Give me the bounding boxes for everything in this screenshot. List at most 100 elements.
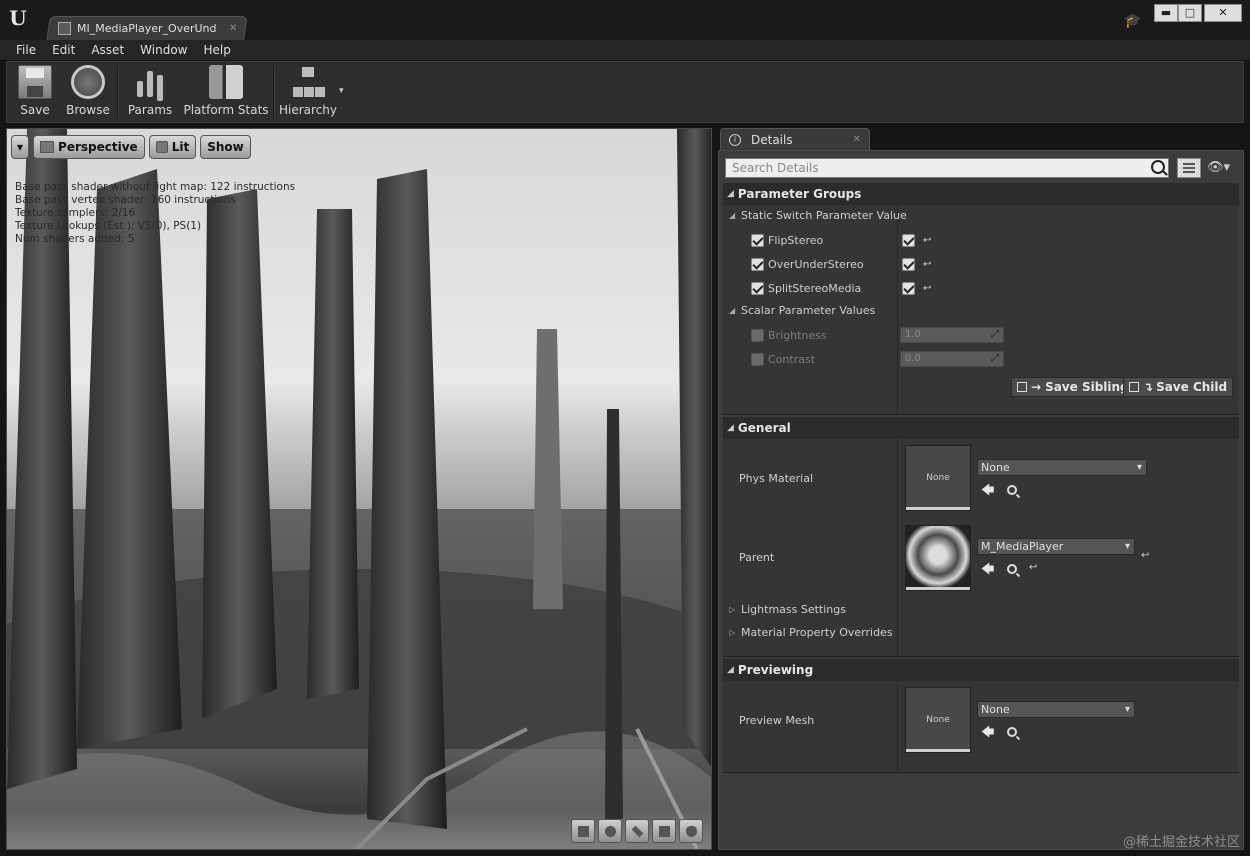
- show-label: Show: [207, 140, 244, 154]
- previewing-header[interactable]: ◢ Previewing: [723, 659, 1239, 681]
- save-icon: [18, 65, 52, 99]
- use-selected-arrow-icon[interactable]: 🡄: [981, 481, 994, 503]
- perspective-button[interactable]: Perspective: [33, 135, 145, 159]
- reset-icon[interactable]: ↩: [923, 259, 931, 270]
- expanded-arrow-icon: ◢: [727, 665, 734, 675]
- reset-icon[interactable]: ↩: [1141, 550, 1149, 561]
- use-selected-arrow-icon[interactable]: 🡄: [981, 560, 994, 582]
- browse-button[interactable]: Browse: [63, 64, 113, 120]
- search-icon[interactable]: [1151, 160, 1165, 174]
- menu-file[interactable]: File: [8, 40, 44, 60]
- stat-line: Base pass vertex shader: 160 instruction…: [15, 194, 236, 206]
- platform-stats-label: Platform Stats: [183, 103, 269, 117]
- close-icon[interactable]: ✕: [229, 23, 237, 34]
- platform-stats-button[interactable]: Platform Stats: [183, 64, 269, 120]
- platform-stats-icon: [209, 65, 243, 99]
- save-icon: [1017, 382, 1027, 392]
- info-icon: i: [729, 133, 741, 146]
- collapsed-arrow-icon: ▷: [729, 605, 736, 614]
- save-sibling-button[interactable]: → Save Sibling: [1011, 377, 1135, 397]
- arrow-right-icon: →: [1031, 380, 1042, 394]
- asset-editor-tab[interactable]: MI_MediaPlayer_OverUnd ✕: [58, 18, 240, 38]
- general-body: Phys Material None None 🡄 Parent M_Media…: [723, 439, 1239, 657]
- hierarchy-button[interactable]: Hierarchy: [279, 64, 337, 120]
- general-header[interactable]: ◢ General: [723, 417, 1239, 439]
- expanded-arrow-icon: ◢: [727, 189, 734, 199]
- expanded-arrow-icon: ◢: [727, 423, 734, 433]
- search-details-input[interactable]: [725, 158, 1169, 178]
- maximize-button[interactable]: □: [1178, 4, 1202, 22]
- arrow-down-icon: ↴: [1143, 380, 1154, 394]
- column-divider: [897, 681, 898, 772]
- browse-asset-icon[interactable]: [1007, 727, 1017, 737]
- mortarboard-icon[interactable]: 🎓: [1124, 12, 1142, 30]
- params-button[interactable]: Params: [125, 64, 175, 120]
- property-matrix-icon[interactable]: [1177, 158, 1201, 178]
- viewport-toolbar: ▾ Perspective Lit Show: [11, 135, 251, 159]
- browse-asset-icon[interactable]: [1007, 564, 1017, 574]
- reset-icon[interactable]: ↩: [923, 283, 931, 294]
- lit-button[interactable]: Lit: [148, 135, 197, 159]
- property-name: SplitStereoMedia: [768, 281, 862, 295]
- save-child-button[interactable]: ↴ Save Child: [1123, 377, 1234, 397]
- menu-asset[interactable]: Asset: [83, 40, 132, 60]
- splitstereomedia-row: SplitStereoMedia ↩: [751, 279, 1221, 297]
- cube-icon[interactable]: [652, 819, 676, 843]
- params-label: Params: [127, 103, 173, 117]
- stat-line: Base pass shader without light map: 122 …: [15, 181, 296, 193]
- viewport-options-dropdown[interactable]: ▾: [11, 135, 30, 159]
- parent-label: Parent: [739, 551, 775, 564]
- material-property-overrides-group[interactable]: ▷ Material Property Overrides: [729, 626, 893, 639]
- unreal-logo-icon[interactable]: U: [6, 6, 30, 30]
- save-button[interactable]: Save: [11, 64, 59, 120]
- overunderstereo-override-checkbox[interactable]: [751, 257, 764, 271]
- close-icon[interactable]: ✕: [853, 134, 861, 145]
- menu-edit[interactable]: Edit: [44, 40, 83, 60]
- reset-icon[interactable]: ↩: [1029, 562, 1037, 573]
- close-window-button[interactable]: ✕: [1204, 4, 1242, 22]
- phys-material-thumbnail[interactable]: None: [905, 445, 971, 511]
- save-icon: [1129, 382, 1139, 392]
- phys-material-combo[interactable]: None: [977, 459, 1147, 476]
- minimize-button[interactable]: ▬: [1154, 4, 1178, 22]
- group-label: Scalar Parameter Values: [741, 304, 876, 317]
- sphere-icon[interactable]: [598, 819, 622, 843]
- teapot-icon[interactable]: [679, 819, 703, 843]
- contrast-override-checkbox[interactable]: [751, 352, 764, 366]
- use-selected-arrow-icon[interactable]: 🡄: [981, 723, 994, 745]
- flipstereo-value-checkbox[interactable]: [902, 233, 915, 247]
- reset-icon[interactable]: ↩: [923, 235, 931, 246]
- hierarchy-dropdown-icon[interactable]: ▾: [339, 86, 344, 96]
- lightmass-settings-group[interactable]: ▷ Lightmass Settings: [729, 603, 846, 616]
- details-tab[interactable]: i Details ✕: [720, 128, 870, 150]
- scalar-parameters-group[interactable]: ◢ Scalar Parameter Values: [729, 304, 875, 317]
- overunderstereo-row: OverUnderStereo ↩: [751, 255, 1221, 273]
- parameter-groups-header[interactable]: ◢ Parameter Groups: [723, 183, 1239, 205]
- expanded-arrow-icon: ◢: [729, 306, 736, 315]
- flipstereo-override-checkbox[interactable]: [751, 233, 764, 247]
- parent-material-thumbnail[interactable]: [905, 525, 971, 591]
- preview-mesh-combo[interactable]: None: [977, 701, 1135, 718]
- parent-combo[interactable]: M_MediaPlayer: [977, 538, 1135, 555]
- cylinder-icon[interactable]: [571, 819, 595, 843]
- preview-shape-buttons: [571, 819, 703, 843]
- browse-asset-icon[interactable]: [1007, 485, 1017, 495]
- preview-viewport[interactable]: ▾ Perspective Lit Show Base pass shader …: [6, 128, 712, 850]
- browse-label: Browse: [66, 103, 110, 117]
- shader-stats: Base pass shader without light map: 122 …: [15, 181, 295, 246]
- brightness-override-checkbox[interactable]: [751, 328, 764, 342]
- splitstereomedia-value-checkbox[interactable]: [902, 281, 915, 295]
- plane-icon[interactable]: [625, 819, 649, 843]
- eye-icon[interactable]: 👁▾: [1207, 158, 1237, 178]
- contrast-value-field[interactable]: 0.0: [900, 351, 1004, 367]
- brightness-value-field[interactable]: 1.0: [900, 327, 1004, 343]
- splitstereomedia-override-checkbox[interactable]: [751, 281, 764, 295]
- static-switch-group[interactable]: ◢ Static Switch Parameter Value: [729, 209, 907, 222]
- show-button[interactable]: Show: [200, 135, 251, 159]
- property-name: FlipStereo: [768, 233, 824, 247]
- menu-help[interactable]: Help: [195, 40, 238, 60]
- overunderstereo-value-checkbox[interactable]: [902, 257, 915, 271]
- menu-window[interactable]: Window: [132, 40, 195, 60]
- section-title: Previewing: [737, 663, 814, 677]
- preview-mesh-thumbnail[interactable]: None: [905, 687, 971, 753]
